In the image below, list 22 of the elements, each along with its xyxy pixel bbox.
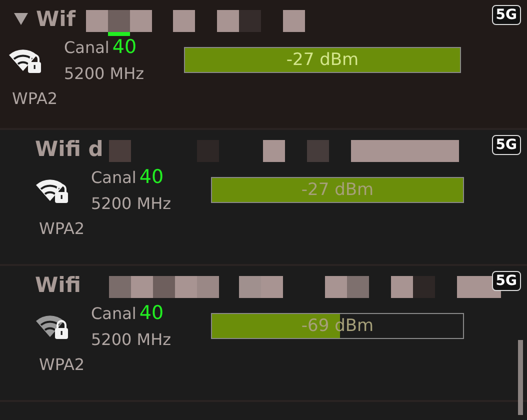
security-text: WPA2	[39, 355, 86, 374]
security-text: WPA2	[12, 89, 59, 108]
band-badge: 5G	[492, 5, 521, 25]
network-name: Wif	[36, 7, 76, 31]
signal-reading: -27 dBm	[301, 180, 374, 200]
scroll-bar[interactable]	[518, 340, 523, 415]
frequency-text: 5200 MHz	[91, 330, 172, 349]
network-name: Wifi	[35, 273, 81, 297]
channel-number: 40	[139, 302, 164, 324]
channel-number: 40	[139, 166, 164, 188]
signal-reading: -27 dBm	[286, 50, 359, 70]
network-name: Wifi d	[35, 137, 104, 161]
channel-label: Canal	[91, 304, 136, 323]
channel-label: Canal	[64, 38, 110, 57]
channel-label: Canal	[91, 168, 136, 187]
band-badge: 5G	[492, 271, 521, 291]
security-text: WPA2	[39, 219, 86, 238]
frequency-text: 5200 MHz	[64, 64, 146, 83]
channel-number: 40	[112, 36, 137, 58]
frequency-text: 5200 MHz	[91, 194, 172, 213]
band-badge: 5G	[492, 135, 521, 155]
collapse-arrow-icon[interactable]	[14, 13, 28, 25]
